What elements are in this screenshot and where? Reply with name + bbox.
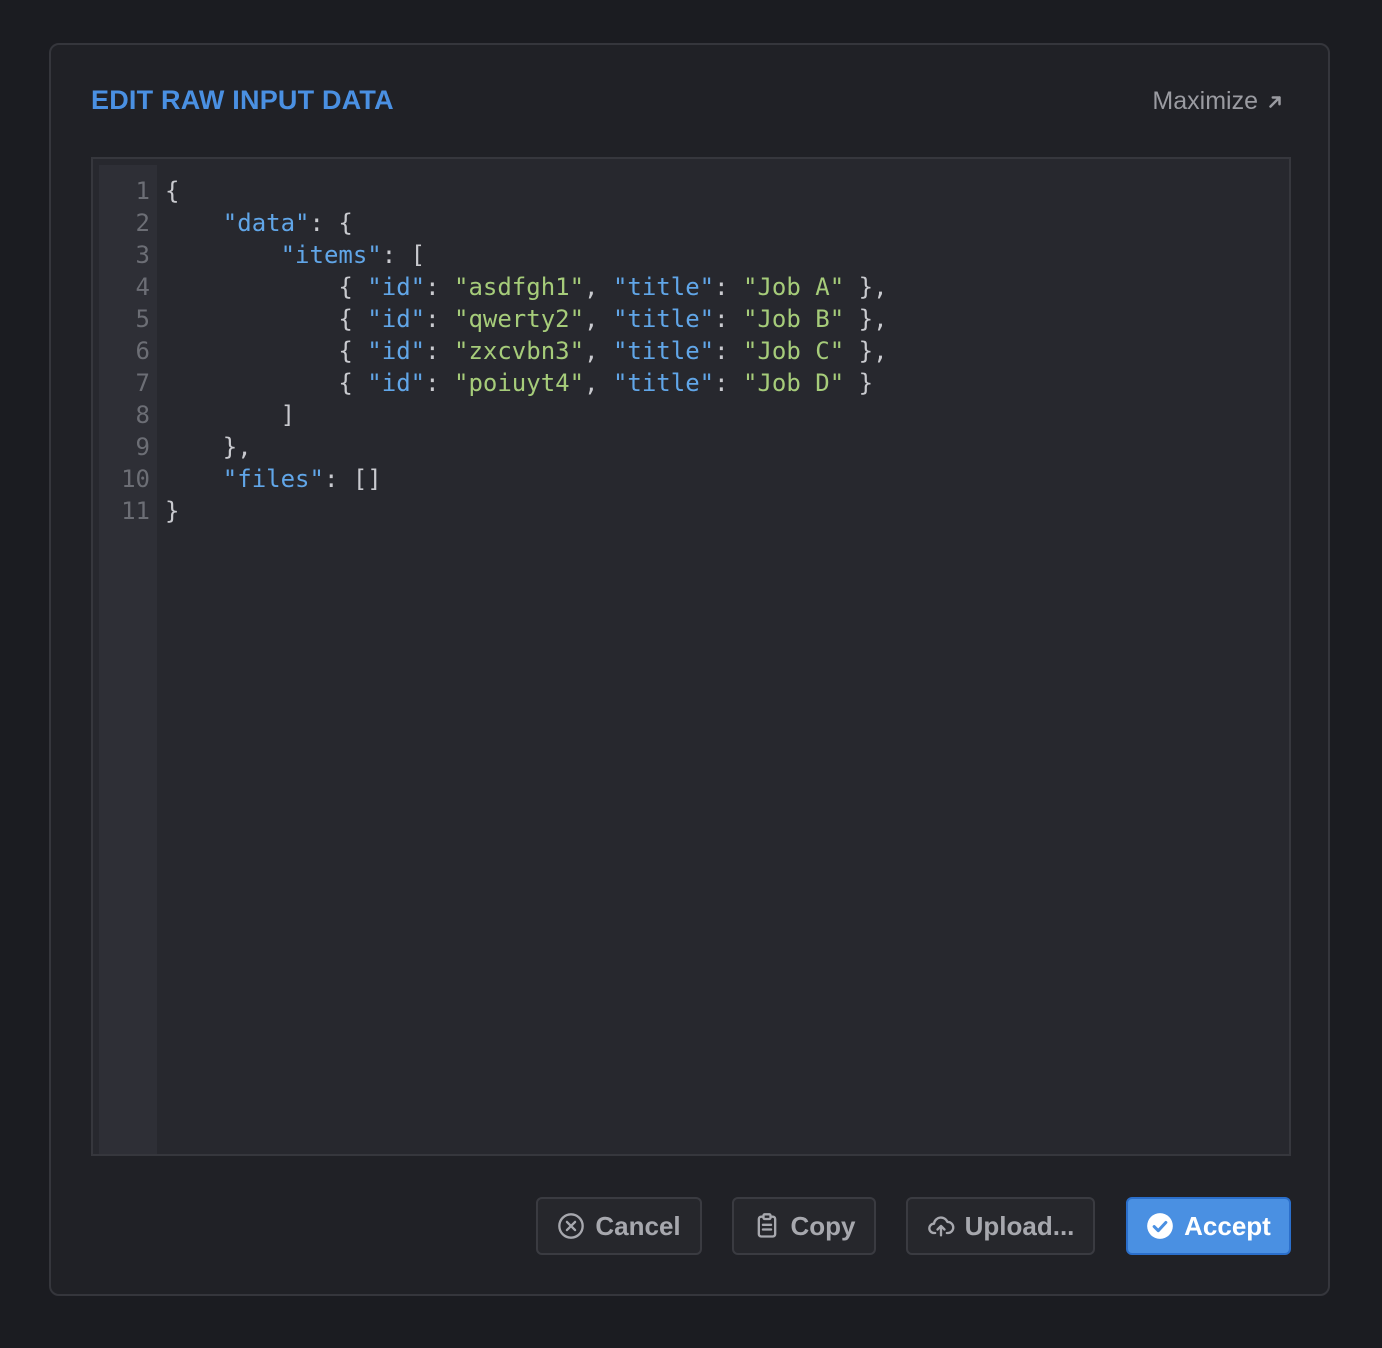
copy-label: Copy [790, 1210, 856, 1241]
code-line: { [165, 175, 1289, 207]
dialog-actions: Cancel Copy Upload... Accept [51, 1197, 1328, 1257]
line-number: 11 [121, 497, 150, 525]
json-key: "items" [280, 241, 382, 269]
copy-button[interactable]: Copy [732, 1197, 876, 1255]
x-circle-icon [558, 1213, 585, 1239]
line-number: 9 [135, 433, 150, 461]
line-number: 7 [135, 369, 150, 397]
json-string: "poiuyt4" [454, 369, 585, 397]
check-circle-icon [1147, 1213, 1173, 1239]
code-line: } [165, 495, 1289, 527]
line-number: 4 [135, 273, 150, 301]
json-string: "qwerty2" [454, 305, 585, 333]
json-punctuation: : [425, 273, 454, 301]
json-punctuation: { [165, 177, 180, 205]
json-key: "id" [367, 305, 426, 333]
json-key: "title" [612, 273, 715, 301]
code-line: "data": { [165, 207, 1289, 239]
edit-raw-input-dialog: EDIT RAW INPUT DATA Maximize 1 2 3 4 5 6 7 8 9 10… [49, 43, 1330, 1296]
code-editor[interactable]: 1 2 3 4 5 6 7 8 9 10 11 { "data": { "items": [ { "… [91, 157, 1291, 1156]
json-punctuation: ] [165, 401, 296, 429]
json-punctuation: : [] [323, 465, 382, 493]
json-punctuation: : [425, 337, 454, 365]
json-punctuation: { [165, 369, 368, 397]
line-number: 3 [135, 241, 150, 269]
json-punctuation: : [714, 273, 744, 301]
json-key: "id" [367, 369, 426, 397]
json-key: "id" [367, 273, 426, 301]
json-punctuation: : [714, 337, 744, 365]
cancel-label: Cancel [595, 1210, 681, 1241]
line-number: 2 [135, 209, 150, 237]
json-punctuation: : [425, 369, 454, 397]
maximize-label: Maximize [1152, 87, 1258, 115]
json-punctuation: }, [844, 273, 888, 301]
accept-button[interactable]: Accept [1126, 1197, 1291, 1255]
arrow-up-right-icon [1269, 95, 1281, 108]
json-punctuation: { [165, 305, 368, 333]
code-line: { "id": "zxcvbn3", "title": "Job C" }, [165, 335, 1289, 367]
json-punctuation: , [584, 305, 613, 333]
code-line: "files": [] [165, 463, 1289, 495]
json-key: "data" [222, 209, 310, 237]
line-number-gutter: 1 2 3 4 5 6 7 8 9 10 11 [99, 165, 157, 1154]
json-punctuation: { [165, 273, 368, 301]
json-punctuation: } [165, 497, 180, 525]
json-punctuation: , [584, 337, 613, 365]
line-number: 8 [135, 401, 150, 429]
json-string: "zxcvbn3" [454, 337, 585, 365]
clipboard-icon [757, 1213, 776, 1238]
json-punctuation: : [425, 305, 454, 333]
json-punctuation: , [584, 273, 613, 301]
json-key: "title" [612, 337, 715, 365]
cancel-button[interactable]: Cancel [536, 1197, 702, 1255]
code-line: { "id": "asdfgh1", "title": "Job A" }, [165, 271, 1289, 303]
code-line: { "id": "poiuyt4", "title": "Job D" } [165, 367, 1289, 399]
dialog-title: EDIT RAW INPUT DATA [91, 85, 394, 115]
line-number: 10 [121, 465, 150, 493]
json-punctuation: : { [309, 209, 353, 237]
json-punctuation: }, [844, 305, 888, 333]
cloud-upload-icon [927, 1216, 954, 1237]
code-line: { "id": "qwerty2", "title": "Job B" }, [165, 303, 1289, 335]
code-line: "items": [ [165, 239, 1289, 271]
json-punctuation: { [165, 337, 368, 365]
json-punctuation: : [714, 305, 744, 333]
maximize-button[interactable]: Maximize [1152, 87, 1284, 116]
json-string: "Job B" [743, 305, 845, 333]
json-key: "title" [612, 305, 715, 333]
json-punctuation [165, 465, 223, 493]
json-punctuation [165, 241, 281, 269]
json-string: "Job D" [743, 369, 845, 397]
code-line: ] [165, 399, 1289, 431]
json-punctuation: }, [165, 433, 252, 461]
json-punctuation: }, [844, 337, 888, 365]
json-punctuation: : [714, 369, 744, 397]
code-line: }, [165, 431, 1289, 463]
upload-label: Upload... [964, 1210, 1075, 1241]
line-number: 6 [135, 337, 150, 365]
json-string: "Job C" [743, 337, 845, 365]
json-punctuation: : [ [381, 241, 426, 269]
json-key: "files" [222, 465, 324, 493]
accept-label: Accept [1184, 1210, 1271, 1241]
json-punctuation: } [844, 369, 874, 397]
json-string: "asdfgh1" [454, 273, 585, 301]
json-punctuation: , [584, 369, 613, 397]
code-content[interactable]: { "data": { "items": [ { "id": "asdfgh1"… [157, 165, 1289, 1154]
upload-button[interactable]: Upload... [906, 1197, 1095, 1255]
json-key: "title" [612, 369, 715, 397]
json-key: "id" [367, 337, 426, 365]
json-punctuation [165, 209, 223, 237]
line-number: 1 [135, 177, 150, 205]
line-number: 5 [135, 305, 150, 333]
json-string: "Job A" [743, 273, 845, 301]
